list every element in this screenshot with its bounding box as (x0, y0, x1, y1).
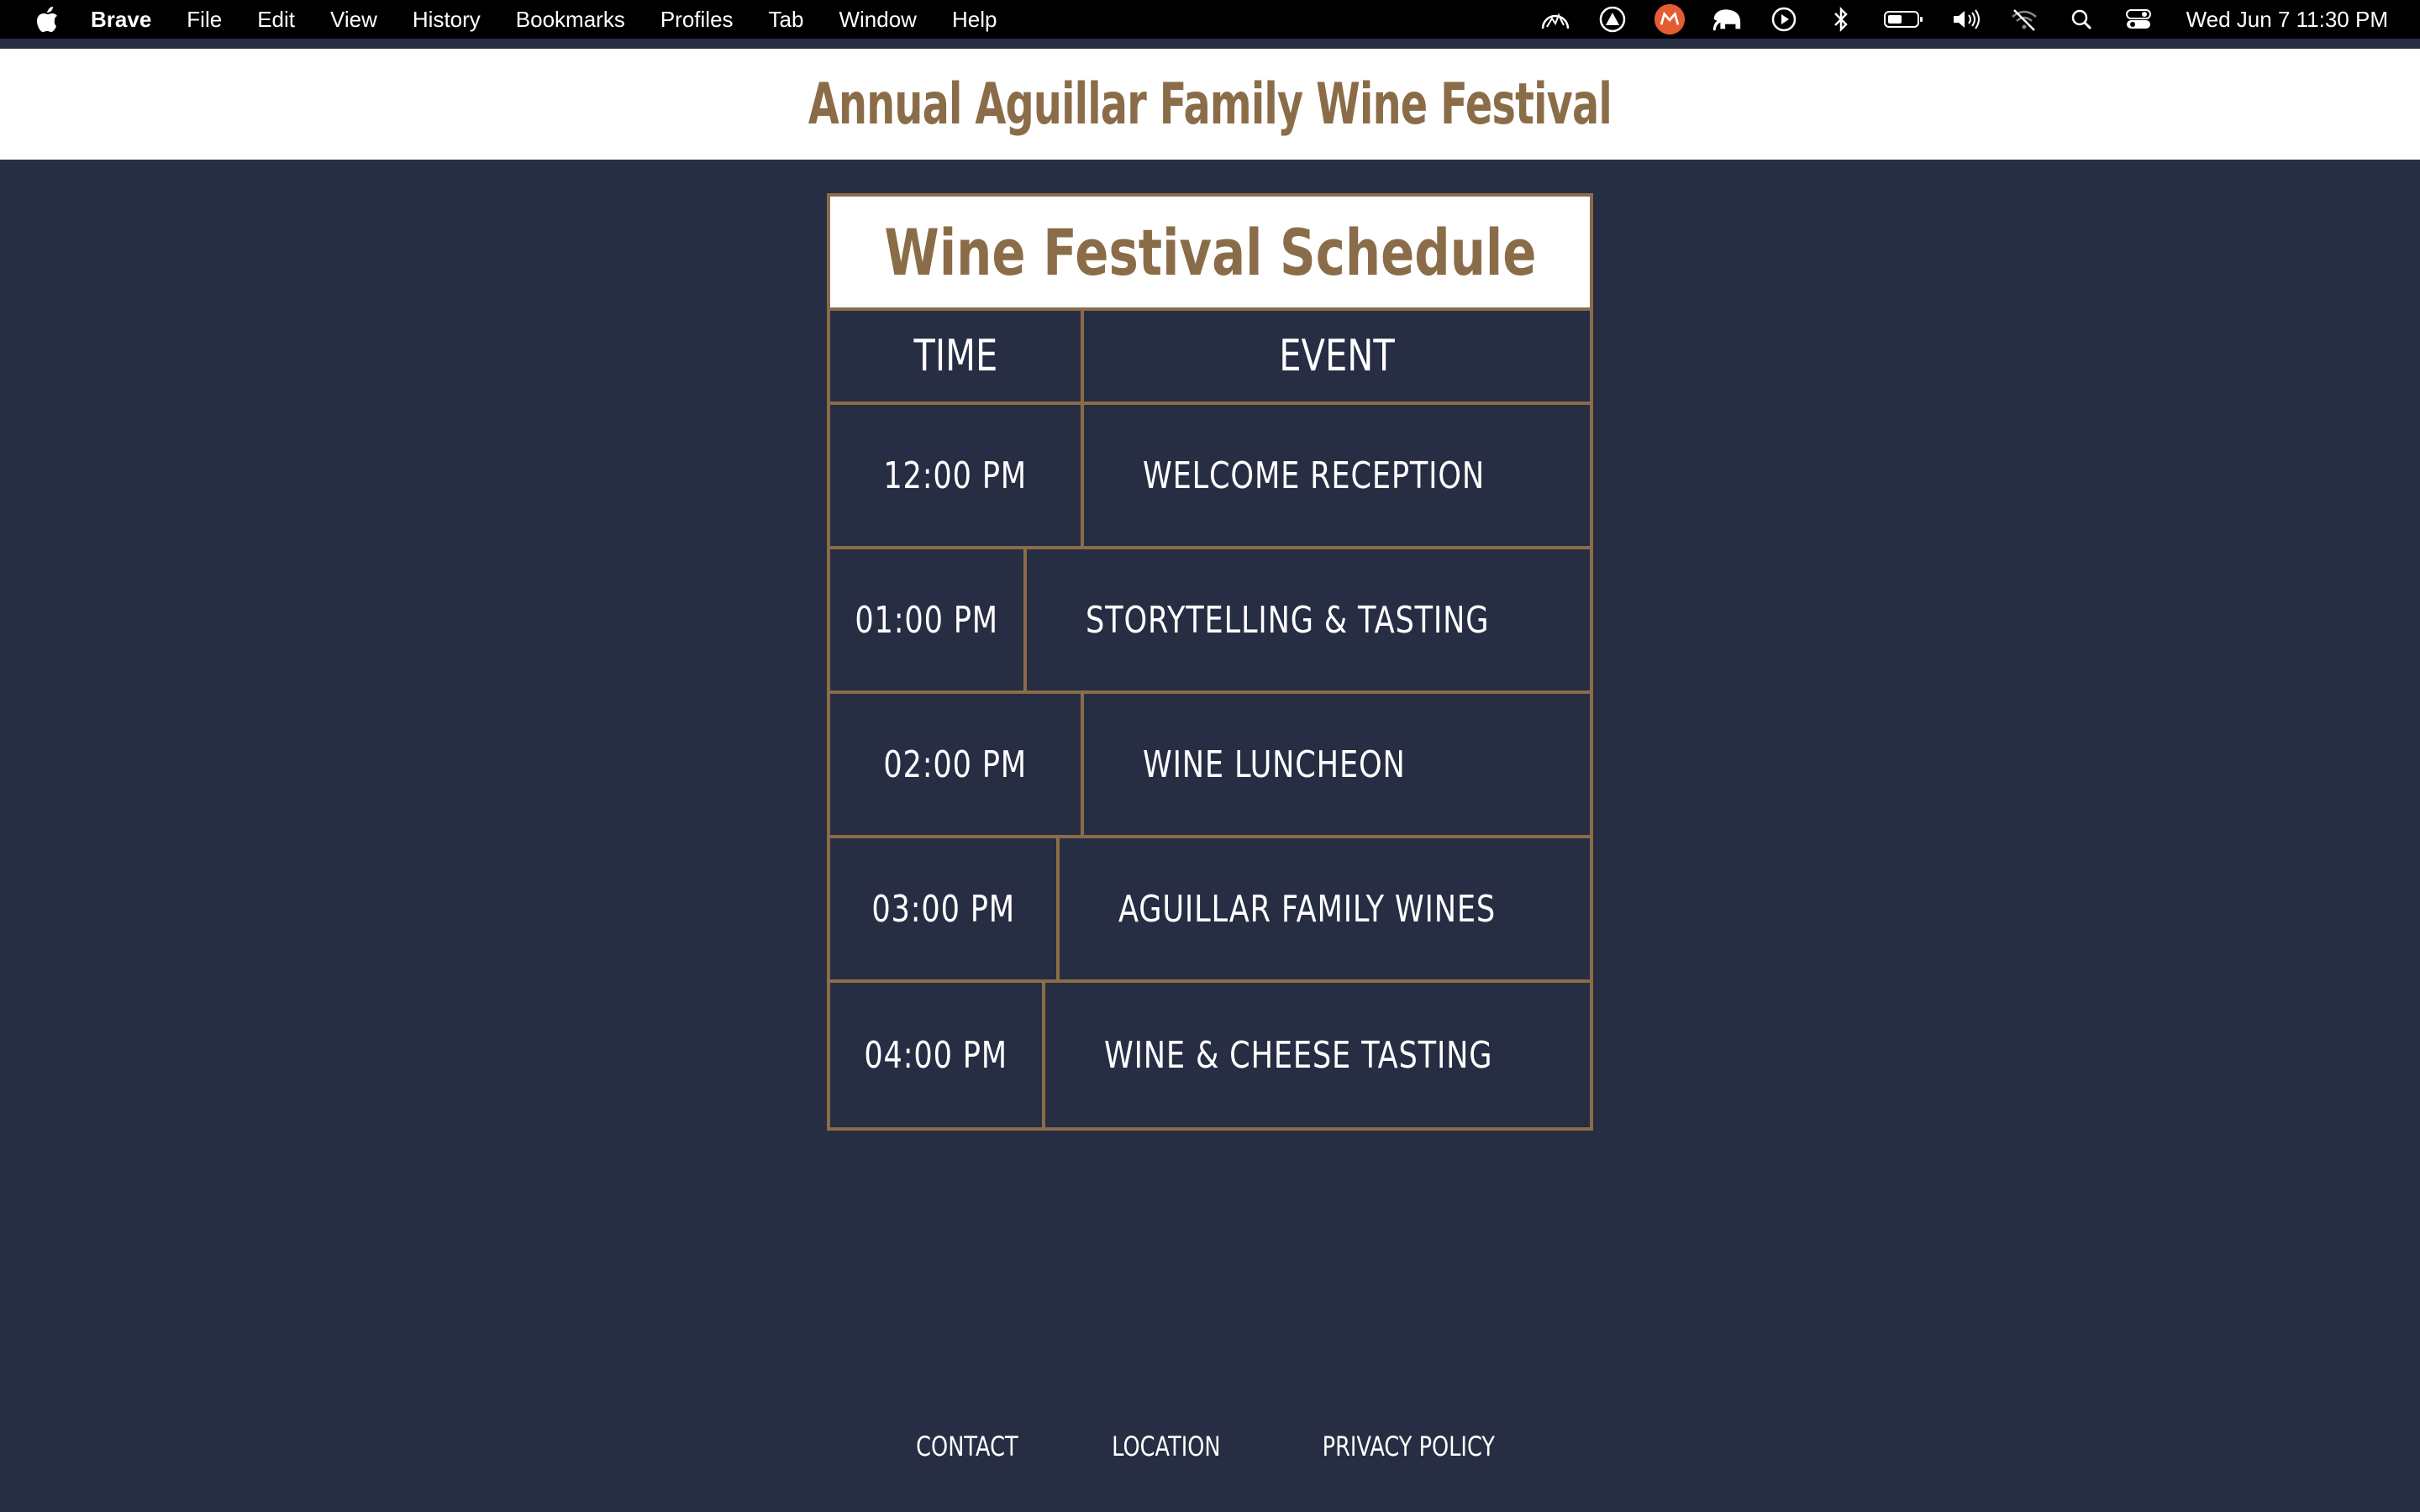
time-text: 12:00 PM (883, 454, 1028, 497)
event-cell: WELCOME RECEPTION (1084, 405, 1590, 546)
battery-icon[interactable] (1882, 3, 1926, 35)
schedule-caption: Wine Festival Schedule (830, 197, 1590, 311)
footer-link-privacy-policy[interactable]: PRIVACY POLICY (1323, 1431, 1495, 1462)
menu-edit[interactable]: Edit (257, 7, 295, 33)
control-center-icon[interactable] (2123, 3, 2154, 35)
menu-bookmarks[interactable]: Bookmarks (516, 7, 625, 33)
wifi-off-icon[interactable] (2008, 3, 2040, 35)
status-area: Wed Jun 7 11:30 PM (1514, 0, 2388, 39)
time-cell: 12:00 PM (830, 405, 1084, 546)
page-header: Annual Aguillar Family Wine Festival (0, 49, 2420, 160)
brave-rewards-icon[interactable] (1654, 3, 1686, 35)
table-row: 03:00 PM AGUILLAR FAMILY WINES (830, 838, 1590, 983)
event-text: WELCOME RECEPTION (1143, 454, 1486, 497)
menu-help[interactable]: Help (952, 7, 997, 33)
menu-clock[interactable]: Wed Jun 7 11:30 PM (2186, 7, 2388, 33)
elephant-icon[interactable] (1711, 3, 1743, 35)
menu-tab[interactable]: Tab (769, 7, 804, 33)
footer-nav: CONTACT LOCATION PRIVACY POLICY (0, 1420, 2420, 1473)
time-text: 02:00 PM (883, 743, 1028, 786)
time-cell: 02:00 PM (830, 694, 1084, 835)
time-text: 01:00 PM (855, 598, 999, 642)
event-text: WINE & CHEESE TASTING (1104, 1033, 1493, 1077)
event-cell: AGUILLAR FAMILY WINES (1060, 838, 1590, 979)
column-header-event: EVENT (1084, 311, 1590, 402)
column-header-time: TIME (830, 311, 1084, 402)
volume-icon[interactable] (1951, 3, 1983, 35)
vpn-icon[interactable] (1597, 3, 1628, 35)
menu-file[interactable]: File (187, 7, 222, 33)
table-row: 12:00 PM WELCOME RECEPTION (830, 405, 1590, 549)
time-text: 04:00 PM (864, 1033, 1008, 1077)
schedule-title: Wine Festival Schedule (883, 214, 1537, 290)
menu-bar: Brave File Edit View History Bookmarks P… (0, 0, 2420, 39)
time-cell: 03:00 PM (830, 838, 1060, 979)
activity-monitor-icon[interactable] (1539, 3, 1571, 35)
menu-window[interactable]: Window (839, 7, 916, 33)
table-row: 01:00 PM STORYTELLING & TASTING (830, 549, 1590, 694)
column-header-label: EVENT (1279, 331, 1395, 381)
event-text: WINE LUNCHEON (1143, 743, 1406, 786)
column-header-label: TIME (913, 331, 997, 381)
spotlight-search-icon[interactable] (2065, 3, 2097, 35)
event-cell: WINE LUNCHEON (1084, 694, 1590, 835)
menu-history[interactable]: History (413, 7, 481, 33)
event-text: AGUILLAR FAMILY WINES (1118, 887, 1496, 931)
footer-link-contact[interactable]: CONTACT (916, 1431, 1018, 1462)
toolbar-strip (0, 39, 2420, 49)
event-cell: STORYTELLING & TASTING (1027, 549, 1590, 690)
play-icon[interactable] (1768, 3, 1800, 35)
event-cell: WINE & CHEESE TASTING (1045, 983, 1590, 1127)
footer-link-location[interactable]: LOCATION (1112, 1431, 1220, 1462)
menu-view[interactable]: View (330, 7, 377, 33)
table-header-row: TIME EVENT (830, 311, 1590, 405)
menu-app-name[interactable]: Brave (91, 7, 151, 33)
time-text: 03:00 PM (871, 887, 1015, 931)
event-text: STORYTELLING & TASTING (1085, 598, 1489, 642)
time-cell: 04:00 PM (830, 983, 1046, 1127)
table-row: 04:00 PM WINE & CHEESE TASTING (830, 983, 1590, 1127)
time-cell: 01:00 PM (830, 549, 1027, 690)
bluetooth-icon[interactable] (1825, 3, 1857, 35)
apple-logo-icon[interactable] (30, 3, 64, 36)
page-title: Annual Aguillar Family Wine Festival (808, 71, 1612, 138)
table-row: 02:00 PM WINE LUNCHEON (830, 694, 1590, 838)
menu-profiles[interactable]: Profiles (660, 7, 734, 33)
schedule-table: Wine Festival Schedule TIME EVENT 12:00 … (827, 193, 1593, 1131)
